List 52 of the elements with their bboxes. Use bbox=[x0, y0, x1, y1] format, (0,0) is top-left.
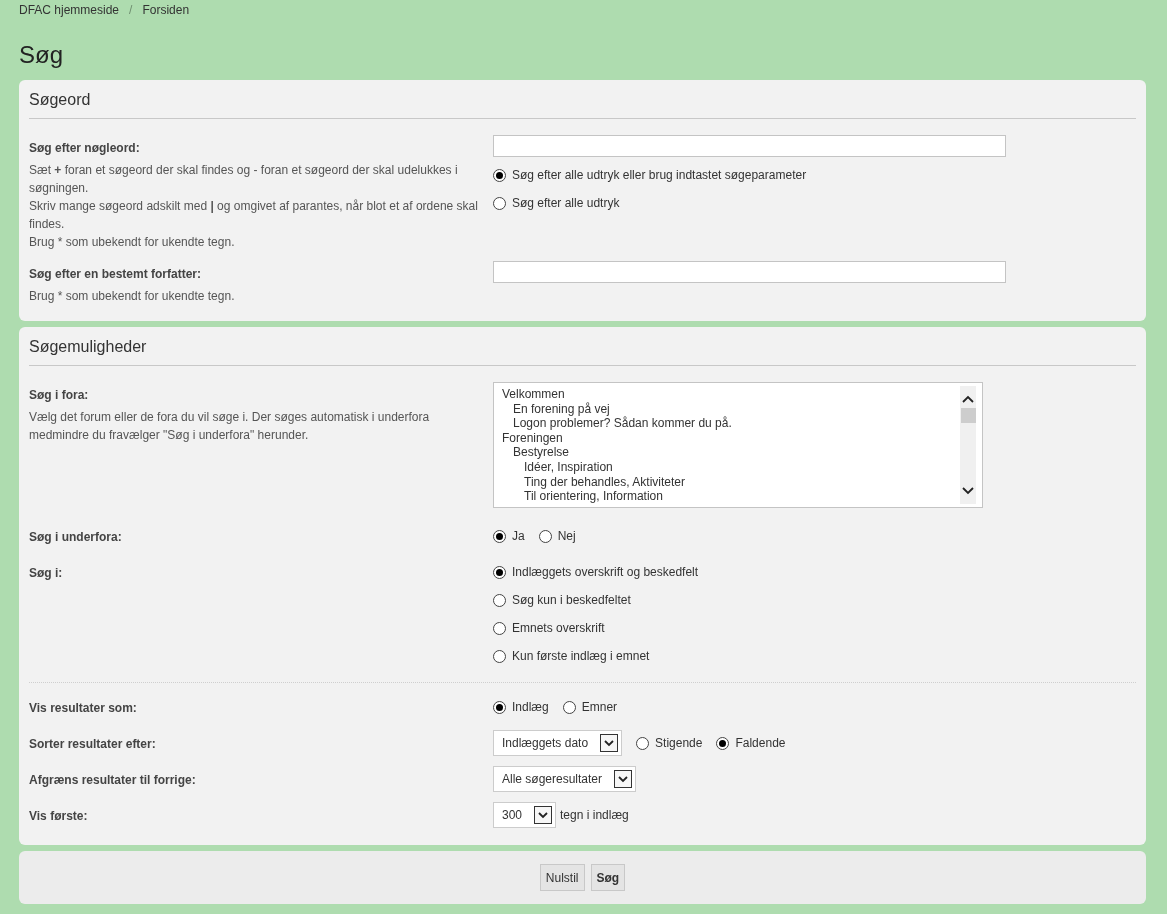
radio-option[interactable]: Søg efter alle udtryk eller brug indtastet søgeparameter bbox=[493, 168, 807, 182]
chevron-up-icon bbox=[961, 394, 975, 404]
listbox-item[interactable]: Bestyrelse bbox=[494, 445, 960, 460]
listbox-item[interactable]: Til orientering, Information bbox=[494, 489, 960, 504]
help-text: Vælg det forum eller de fora du vil søge i. Der søges automatisk i underfora medmindre du fravælger "Søg i underfora" herunder. bbox=[29, 409, 431, 444]
listbox-item[interactable]: Ting der behandles, Aktiviteter bbox=[494, 474, 960, 490]
radio-option[interactable]: Emnets overskrift bbox=[493, 621, 605, 635]
section-heading: Søgeord bbox=[29, 88, 1136, 119]
field-label: Søg i underfora: bbox=[29, 529, 123, 546]
field-label: Søg efter en bestemt forfatter: bbox=[29, 266, 203, 283]
search-button[interactable]: Søg bbox=[590, 864, 626, 891]
dropdown[interactable]: Alle søgeresultater bbox=[493, 766, 637, 792]
radio-option[interactable]: Søg kun i beskedfeltet bbox=[493, 593, 631, 607]
radio-option[interactable]: Søg efter alle udtryk bbox=[493, 196, 620, 210]
help-text: Sæt + foran et søgeord der skal findes og - foran et søgeord der skal udelukkes i søgningen. bbox=[29, 162, 459, 197]
radio-option[interactable]: Faldende bbox=[716, 736, 786, 750]
helper-text: tegn i indlæg bbox=[560, 808, 629, 822]
page-title: Søg bbox=[19, 40, 64, 70]
field-label: Afgræns resultater til forrige: bbox=[29, 772, 197, 789]
help-text: Brug * som ubekendt for ukendte tegn. bbox=[29, 234, 236, 251]
listbox-item[interactable]: En forening på vej bbox=[494, 401, 960, 417]
radio-option[interactable]: Stigende bbox=[636, 736, 703, 750]
field-label: Søg i fora: bbox=[29, 387, 90, 404]
field-label: Søg efter nøgleord: bbox=[29, 140, 141, 157]
field-label: Vis første: bbox=[29, 808, 89, 825]
breadcrumb-separator: / bbox=[129, 3, 133, 17]
breadcrumb-link[interactable]: DFAC hjemmeside bbox=[19, 3, 120, 17]
listbox-item[interactable]: Logon problemer? Sådan kommer du på. bbox=[494, 416, 960, 431]
reset-button[interactable]: Nulstil bbox=[539, 864, 585, 891]
radio-option[interactable]: Kun første indlæg i emnet bbox=[493, 649, 650, 663]
field-label: Søg i: bbox=[29, 565, 64, 582]
text-field[interactable] bbox=[493, 135, 1006, 157]
chevron-down-icon bbox=[961, 486, 975, 496]
breadcrumb-link[interactable]: Forsiden bbox=[142, 3, 190, 17]
scrollbar-thumb[interactable] bbox=[960, 408, 976, 423]
listbox-item[interactable]: Foreningen bbox=[494, 430, 960, 446]
dropdown[interactable]: Indlæggets dato bbox=[493, 730, 623, 756]
radio-option[interactable]: Ja bbox=[493, 529, 525, 543]
field-label: Sorter resultater efter: bbox=[29, 736, 157, 753]
forum-listbox[interactable]: Velkommen En forening på vej Logon problemer? Sådan kommer du på. Foreningen Bestyrelse Idéer, Inspiration Ting der behandles, Aktiviteter Til orientering, Information bbox=[493, 382, 983, 508]
help-text: Skriv mange søgeord adskilt med | og omgivet af parantes, når blot et af ordene skal findes. bbox=[29, 198, 479, 233]
field-label: Vis resultater som: bbox=[29, 700, 138, 717]
listbox-item[interactable]: Idéer, Inspiration bbox=[494, 459, 960, 475]
section-heading: Søgemuligheder bbox=[29, 335, 1136, 366]
help-text: Brug * som ubekendt for ukendte tegn. bbox=[29, 288, 236, 305]
radio-option[interactable]: Emner bbox=[562, 700, 618, 714]
radio-option[interactable]: Indlæggets overskrift og beskedfelt bbox=[493, 565, 699, 579]
listbox-item[interactable]: Velkommen bbox=[494, 387, 960, 402]
text-field[interactable] bbox=[493, 261, 1006, 283]
radio-option[interactable]: Indlæg bbox=[493, 700, 549, 714]
dropdown[interactable]: 300 bbox=[493, 802, 557, 828]
radio-option[interactable]: Nej bbox=[538, 529, 576, 543]
